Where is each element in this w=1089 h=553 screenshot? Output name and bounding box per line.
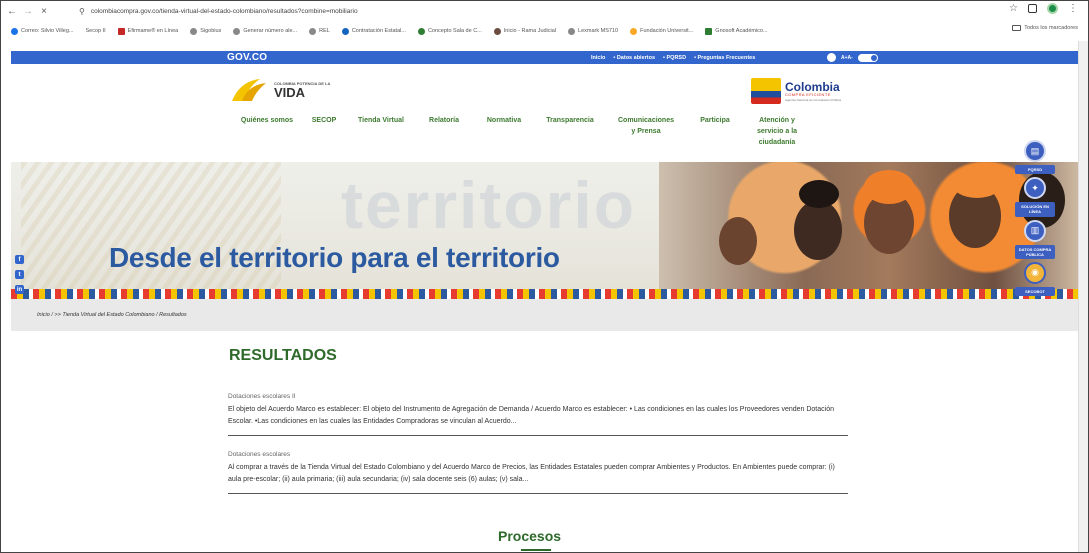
bookmark-item[interactable]: Secop II bbox=[85, 28, 105, 34]
lightbulb-icon[interactable]: ✦ bbox=[1024, 177, 1046, 200]
all-bookmarks-button[interactable]: Todos los marcadores bbox=[1012, 25, 1078, 31]
main-navigation: Quiénes somos SECOP Tienda Virtual Relat… bbox=[231, 115, 813, 149]
section-heading-procesos: Procesos bbox=[498, 528, 562, 544]
breadcrumb[interactable]: Inicio / >> Tienda Virtual del Estado Co… bbox=[11, 299, 1078, 331]
gov-link-inicio[interactable]: Inicio bbox=[591, 55, 605, 61]
nav-normativa[interactable]: Normativa bbox=[471, 115, 537, 149]
bookmark-item[interactable]: Contratación Estatal... bbox=[341, 27, 406, 35]
gov-co-logo[interactable]: GOV.CO bbox=[227, 52, 267, 63]
stop-icon[interactable]: × bbox=[37, 4, 51, 18]
gov-co-bar: GOV.CO Inicio • Datos abiertos • PQRSD •… bbox=[11, 51, 1078, 64]
datos-compra-publica-button[interactable]: DATOS COMPRA PÚBLICA bbox=[1015, 244, 1055, 259]
nav-tienda-virtual[interactable]: Tienda Virtual bbox=[345, 115, 417, 149]
hero-title: Desde el territorio para el territorio bbox=[109, 242, 560, 273]
solucion-en-linea-button[interactable]: SOLUCIÓN EN LÍNEA bbox=[1015, 202, 1055, 217]
bookmark-item[interactable]: Lexmark MS710 bbox=[568, 27, 618, 35]
bookmark-item[interactable]: Sigobius bbox=[190, 27, 221, 35]
nav-quienes-somos[interactable]: Quiénes somos bbox=[231, 115, 303, 149]
heading-underline bbox=[521, 549, 551, 551]
nav-atencion[interactable]: Atención y servicio a la ciudadanía bbox=[741, 115, 813, 149]
pqrsd-button[interactable]: PQRSD bbox=[1015, 165, 1055, 175]
site-info-icon[interactable]: ⚲ bbox=[79, 7, 85, 16]
address-bar[interactable]: ⚲ colombiacompra.gov.co/tienda-virtual-d… bbox=[79, 4, 959, 18]
bookmark-star-icon[interactable]: ☆ bbox=[1009, 3, 1018, 14]
document-icon[interactable]: ▤ bbox=[1024, 140, 1046, 162]
twitter-icon[interactable]: t bbox=[15, 270, 24, 279]
font-size-control[interactable]: A+A- bbox=[841, 55, 853, 61]
nav-transparencia[interactable]: Transparencia bbox=[537, 115, 603, 149]
gov-link-preguntas[interactable]: • Preguntas Frecuentes bbox=[694, 55, 755, 61]
vida-swoosh-icon bbox=[232, 79, 266, 101]
extensions-icon[interactable] bbox=[1028, 4, 1037, 13]
bookmark-item[interactable]: REL bbox=[309, 27, 330, 35]
decorative-pattern bbox=[21, 162, 281, 299]
hero-background-word: territorio bbox=[341, 168, 637, 242]
bookmarks-bar: Correo: Silvio Villeg... Secop II Efirma… bbox=[1, 22, 1088, 40]
page-title: RESULTADOS bbox=[229, 347, 337, 364]
url-text: colombiacompra.gov.co/tienda-virtual-del… bbox=[90, 7, 358, 15]
facebook-icon[interactable]: f bbox=[15, 255, 24, 264]
cce-emblem-icon bbox=[751, 78, 781, 104]
gov-link-datos-abiertos[interactable]: • Datos abiertos bbox=[613, 55, 655, 61]
bookmark-item[interactable]: Fundación Universit... bbox=[630, 27, 693, 35]
nav-participa[interactable]: Participa bbox=[689, 115, 741, 149]
result-title-link[interactable]: Dotaciones escolares II bbox=[228, 393, 848, 400]
bookmark-item[interactable]: Efirmame® en Línea bbox=[117, 27, 178, 35]
eye-icon[interactable]: ◉ bbox=[1024, 261, 1046, 284]
bookmark-item[interactable]: Gnosoft Académico... bbox=[705, 27, 768, 35]
result-item: Dotaciones escolares II El objeto del Ac… bbox=[228, 393, 848, 436]
browser-toolbar: ← → × ⚲ colombiacompra.gov.co/tienda-vir… bbox=[1, 1, 1088, 21]
result-title-link[interactable]: Dotaciones escolares bbox=[228, 451, 848, 458]
decorative-band bbox=[11, 289, 1078, 299]
nav-relatoria[interactable]: Relatoría bbox=[417, 115, 471, 149]
result-description: Al comprar a través de la Tienda Virtual… bbox=[228, 464, 835, 484]
bookmark-item[interactable]: Concepto Sala de C... bbox=[417, 27, 482, 35]
back-button[interactable]: ← bbox=[5, 4, 19, 18]
page-scrollbar[interactable] bbox=[1078, 41, 1088, 552]
hero-banner: territorio Desde el territorio para el t… bbox=[11, 162, 1078, 299]
forward-button[interactable]: → bbox=[21, 4, 35, 18]
search-icon[interactable] bbox=[827, 53, 836, 62]
bookmark-item[interactable]: Generar número ale... bbox=[233, 27, 297, 35]
building-icon[interactable]: ▥ bbox=[1024, 219, 1046, 242]
result-description: El objeto del Acuerdo Marco es establece… bbox=[228, 406, 834, 426]
browser-menu-icon[interactable]: ⋮ bbox=[1068, 3, 1078, 14]
bookmark-item[interactable]: Correo: Silvio Villeg... bbox=[11, 27, 73, 35]
colombia-vida-logo[interactable]: COLOMBIA POTENCIA DE LA VIDA bbox=[230, 77, 330, 103]
contrast-toggle[interactable] bbox=[857, 53, 878, 62]
folder-icon bbox=[1012, 25, 1022, 31]
gov-link-pqrsd[interactable]: • PQRSD bbox=[663, 55, 686, 61]
nav-secop[interactable]: SECOP bbox=[303, 115, 345, 149]
browser-window: ← → × ⚲ colombiacompra.gov.co/tienda-vir… bbox=[0, 0, 1089, 553]
profile-avatar[interactable] bbox=[1047, 3, 1058, 14]
result-item: Dotaciones escolares Al comprar a través… bbox=[228, 451, 848, 494]
bookmark-item[interactable]: Inicio - Rama Judicial bbox=[493, 27, 556, 35]
colombia-compra-eficiente-logo[interactable]: Colombia COMPRA EFICIENTE Agencia Nacion… bbox=[751, 78, 841, 104]
floating-service-menu: ▤ PQRSD ✦ SOLUCIÓN EN LÍNEA ▥ DATOS COMP… bbox=[1013, 140, 1057, 297]
nav-comunicaciones[interactable]: Comunicaciones y Prensa bbox=[603, 115, 689, 149]
linkedin-icon[interactable]: in bbox=[15, 285, 24, 294]
secobot-button[interactable]: SECOBOT bbox=[1015, 286, 1055, 297]
